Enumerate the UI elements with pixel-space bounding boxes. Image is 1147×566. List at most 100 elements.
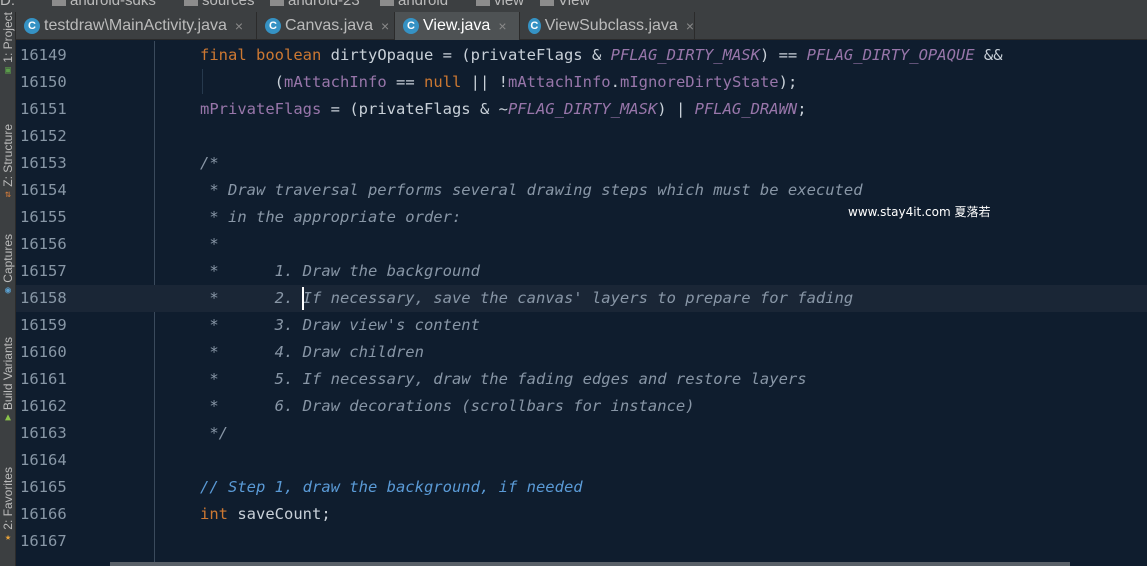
close-icon[interactable]: ×	[686, 18, 694, 34]
code-line[interactable]: 16164	[16, 447, 1147, 474]
code-line[interactable]: 16160 * 4. Draw children	[16, 339, 1147, 366]
code-text: * 1. Draw the background	[200, 258, 480, 285]
code-text: final boolean dirtyOpaque = (privateFlag…	[200, 42, 1003, 69]
editor-tab-bar: Ctestdraw\MainActivity.java × C Canvas.java…	[16, 12, 1147, 40]
code-token: PFLAG_DIRTY_MASK	[507, 100, 658, 118]
close-icon[interactable]: ×	[235, 18, 243, 34]
code-line[interactable]: 16150 (mAttachInfo == null || !mAttachIn…	[16, 69, 1147, 96]
close-icon[interactable]: ×	[381, 18, 389, 34]
tool-window-build-variants[interactable]: Build Variants ▲	[0, 337, 16, 423]
breadcrumb-item[interactable]: sources	[184, 0, 255, 9]
code-token: saveCount;	[237, 505, 331, 523]
breadcrumb-label: sources	[202, 0, 255, 9]
code-token: null	[423, 73, 462, 91]
code-token: * 4. Draw children	[200, 343, 424, 361]
code-token: PFLAG_DIRTY_OPAQUE	[806, 46, 975, 64]
code-line[interactable]: 16161 * 5. If necessary, draw the fading…	[16, 366, 1147, 393]
breadcrumb-item[interactable]: D:	[0, 0, 15, 9]
line-number: 16151	[20, 100, 67, 118]
tool-window-captures-label: Captures	[1, 234, 15, 283]
code-token: PFLAG_DRAWN	[694, 100, 798, 118]
code-line[interactable]: 16153 /*	[16, 150, 1147, 177]
code-line[interactable]: 16166 int saveCount;	[16, 501, 1147, 528]
line-number: 16164	[20, 451, 67, 469]
java-class-icon: C	[24, 18, 40, 34]
line-number: 16167	[20, 532, 67, 550]
java-class-icon: C	[403, 18, 419, 34]
code-token: = (privateFlags & ~	[321, 100, 508, 118]
editor-tab[interactable]: C Canvas.java ×	[257, 12, 395, 40]
code-line[interactable]: 16158 * 2. If necessary, save the canvas…	[16, 285, 1147, 312]
code-token: ;	[797, 100, 807, 118]
breadcrumb-item[interactable]: view	[476, 0, 524, 9]
code-line[interactable]: 16163 */	[16, 420, 1147, 447]
tool-window-structure[interactable]: Z: Structure ⇅	[0, 124, 16, 200]
code-line[interactable]: 16159 * 3. Draw view's content	[16, 312, 1147, 339]
project-icon: ▣	[4, 64, 12, 76]
line-number: 16165	[20, 478, 67, 496]
folder-icon	[184, 0, 198, 7]
line-number: 16150	[20, 73, 67, 91]
tool-window-favorites-label: 2: Favorites	[1, 467, 15, 530]
code-token: * 1. Draw the background	[200, 262, 480, 280]
breadcrumb-item[interactable]: android-23	[270, 0, 360, 9]
horizontal-scrollbar[interactable]	[110, 562, 1070, 566]
code-token: * 6. Draw decorations (scrollbars for in…	[200, 397, 695, 415]
code-text: int saveCount;	[200, 501, 331, 528]
code-text: * 6. Draw decorations (scrollbars for in…	[200, 393, 695, 420]
code-token: mAttachInfo	[284, 73, 387, 91]
code-editor[interactable]: 16149 final boolean dirtyOpaque = (privat…	[16, 41, 1147, 566]
structure-icon: ⇅	[4, 188, 12, 200]
breadcrumb-item[interactable]: android	[380, 0, 448, 9]
code-token: ==	[386, 73, 424, 91]
code-line[interactable]: 16152	[16, 123, 1147, 150]
left-tool-window-strip: 1: Project ▣ Z: Structure ⇅ Captures ◉ B…	[0, 12, 16, 566]
code-line[interactable]: 16167	[16, 528, 1147, 555]
code-line[interactable]: 16151 mPrivateFlags = (privateFlags & ~PF…	[16, 96, 1147, 123]
tool-window-structure-label: Z: Structure	[1, 124, 15, 187]
breadcrumb-label: view	[494, 0, 525, 9]
folder-icon	[270, 0, 284, 7]
code-line[interactable]: 16165 // Step 1, draw the background, if …	[16, 474, 1147, 501]
code-text: mPrivateFlags = (privateFlags & ~PFLAG_D…	[200, 96, 807, 123]
captures-icon: ◉	[4, 284, 12, 296]
android-icon: ▲	[4, 412, 12, 424]
code-text: * Draw traversal performs several drawin…	[200, 177, 862, 204]
code-token: */	[200, 424, 228, 442]
breadcrumb-item[interactable]: View	[540, 0, 590, 9]
folder-icon	[476, 0, 490, 7]
code-token: * 5. If necessary, draw the fading edges…	[200, 370, 807, 388]
code-token: PFLAG_DIRTY_MASK	[610, 46, 760, 64]
breadcrumb-item[interactable]: android-sdks	[52, 0, 156, 9]
tab-label: Canvas.java	[285, 17, 374, 34]
line-number: 16152	[20, 127, 67, 145]
code-line[interactable]: 16149 final boolean dirtyOpaque = (privat…	[16, 42, 1147, 69]
tool-window-project[interactable]: 1: Project ▣	[0, 12, 16, 76]
line-number: 16158	[20, 289, 67, 307]
code-token: * in the appropriate order:	[200, 208, 462, 226]
folder-icon	[52, 0, 66, 7]
code-token: &&	[974, 46, 1003, 64]
line-number: 16157	[20, 262, 67, 280]
tool-window-captures[interactable]: Captures ◉	[0, 234, 16, 296]
code-token: /*	[200, 154, 219, 172]
tool-window-favorites[interactable]: 2: Favorites ★	[0, 467, 16, 543]
code-line[interactable]: 16156 *	[16, 231, 1147, 258]
code-line[interactable]: 16154 * Draw traversal performs several …	[16, 177, 1147, 204]
code-token: mPrivateFlags	[200, 100, 322, 118]
editor-tab[interactable]: Ctestdraw\MainActivity.java ×	[16, 12, 257, 40]
editor-tab[interactable]: C ViewSubclass.java ×	[520, 12, 695, 40]
breadcrumb-label: View	[558, 0, 591, 9]
java-class-icon: C	[528, 18, 541, 34]
code-text: * 5. If necessary, draw the fading edges…	[200, 366, 807, 393]
editor-tab[interactable]: C View.java ×	[395, 12, 520, 40]
line-number: 16160	[20, 343, 67, 361]
close-icon[interactable]: ×	[498, 18, 506, 34]
tab-label: View.java	[423, 17, 491, 34]
code-token: mIgnoreDirtyState	[619, 73, 779, 91]
code-line[interactable]: 16162 * 6. Draw decorations (scrollbars …	[16, 393, 1147, 420]
tab-label: testdraw\MainActivity.java	[44, 17, 227, 34]
navigation-breadcrumb: D: android-sdks sources android-23 android vi…	[0, 0, 1147, 12]
code-line[interactable]: 16157 * 1. Draw the background	[16, 258, 1147, 285]
code-text: * 3. Draw view's content	[200, 312, 480, 339]
